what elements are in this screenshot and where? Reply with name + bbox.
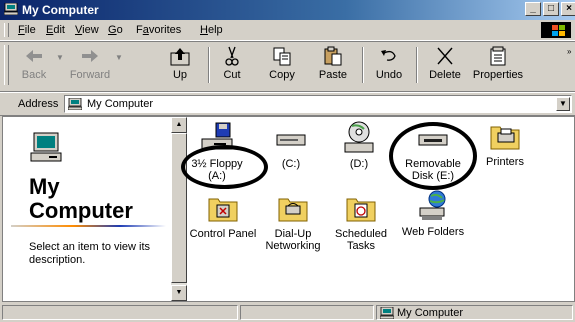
drive-a-item[interactable]: 3½ Floppy (A:) <box>181 121 253 182</box>
copy-button[interactable]: Copy <box>262 45 302 87</box>
web-folders-item[interactable]: Web Folders <box>397 189 469 238</box>
pane-hint: Select an item to view its description. <box>29 241 151 266</box>
copy-icon <box>273 47 291 66</box>
close-button[interactable]: × <box>561 2 575 16</box>
title-bar[interactable]: My Computer _ □ × <box>0 0 575 20</box>
drive-e-item[interactable]: Removable Disk (E:) <box>397 121 469 182</box>
back-button[interactable]: Back <box>12 45 56 87</box>
webview-info-pane: My Computer Select an item to view its d… <box>3 117 171 301</box>
removable-disk-icon <box>418 134 448 146</box>
maximize-button[interactable]: □ <box>543 2 559 16</box>
menu-grip[interactable] <box>4 23 9 37</box>
menu-edit[interactable]: Edit <box>46 24 65 36</box>
dialup-networking-icon <box>278 198 308 222</box>
status-bar: My Computer <box>0 303 575 322</box>
status-zone-panel: My Computer <box>376 305 573 320</box>
minimize-button[interactable]: _ <box>525 2 541 16</box>
toolbar-separator <box>208 47 210 83</box>
windows-logo-icon <box>541 22 571 38</box>
menu-favorites[interactable]: Favorites <box>136 24 181 36</box>
paste-icon <box>324 46 342 66</box>
drive-c-item[interactable]: (C:) <box>255 121 327 170</box>
drive-d-item[interactable]: (D:) <box>323 121 395 170</box>
dialup-networking-item[interactable]: Dial-Up Networking <box>257 191 329 252</box>
forward-button[interactable]: Forward <box>66 45 114 87</box>
printers-folder-icon <box>490 126 520 150</box>
toolbar-separator <box>416 47 418 83</box>
up-button[interactable]: Up <box>160 45 200 87</box>
properties-button[interactable]: Properties <box>470 45 526 87</box>
undo-icon <box>381 50 396 61</box>
toolbar-separator <box>362 47 364 83</box>
scissors-icon <box>225 46 239 66</box>
menu-help[interactable]: Help <box>200 24 223 36</box>
control-panel-item[interactable]: Control Panel <box>187 191 259 240</box>
my-computer-icon <box>380 307 394 319</box>
my-computer-icon <box>68 98 82 110</box>
cd-drive-icon <box>344 121 374 153</box>
hard-drive-icon <box>276 134 306 146</box>
address-value: My Computer <box>87 98 154 110</box>
printers-item[interactable]: Printers <box>469 119 541 168</box>
control-panel-icon <box>208 198 238 222</box>
status-size-panel <box>240 305 374 320</box>
up-folder-icon <box>170 48 190 66</box>
delete-button[interactable]: Delete <box>424 45 466 87</box>
menu-view[interactable]: View <box>75 24 99 36</box>
standard-toolbar: Back ▼ Forward ▼ Up Cut Copy Paste Undo … <box>0 41 575 92</box>
explorer-window: My Computer _ □ × File Edit View Go Favo… <box>0 0 575 322</box>
folder-view: My Computer Select an item to view its d… <box>2 116 575 302</box>
back-arrow-icon <box>26 50 42 62</box>
back-dropdown-icon[interactable]: ▼ <box>56 53 64 62</box>
delete-x-icon <box>437 47 453 65</box>
properties-icon <box>490 46 506 66</box>
web-folders-icon <box>419 190 446 220</box>
scheduled-tasks-item[interactable]: Scheduled Tasks <box>325 191 397 252</box>
menu-bar: File Edit View Go Favorites Help <box>0 20 575 41</box>
address-bar: Address My Computer ▼ <box>0 92 575 116</box>
status-text-panel <box>2 305 238 320</box>
status-zone-text: My Computer <box>397 307 464 319</box>
window-title: My Computer <box>22 3 99 17</box>
menu-go[interactable]: Go <box>108 24 123 36</box>
pane-divider <box>11 225 166 227</box>
pane-title: My Computer <box>29 174 133 223</box>
menu-file[interactable]: File <box>18 24 36 36</box>
toolbar-overflow-icon[interactable]: » <box>567 47 571 56</box>
paste-button[interactable]: Paste <box>312 45 354 87</box>
address-field[interactable]: My Computer ▼ <box>64 95 572 113</box>
my-computer-large-icon <box>30 132 62 162</box>
scroll-down-button[interactable]: ▼ <box>171 285 187 301</box>
forward-arrow-icon <box>82 50 98 62</box>
toolbar-grip[interactable] <box>4 45 9 85</box>
forward-dropdown-icon[interactable]: ▼ <box>115 53 123 62</box>
scheduled-tasks-icon <box>346 198 376 222</box>
undo-button[interactable]: Undo <box>370 45 408 87</box>
my-computer-icon <box>4 3 18 15</box>
cut-button[interactable]: Cut <box>214 45 250 87</box>
address-dropdown-button[interactable]: ▼ <box>556 97 570 111</box>
address-label: Address <box>18 98 59 110</box>
floppy-drive-icon <box>201 122 233 150</box>
